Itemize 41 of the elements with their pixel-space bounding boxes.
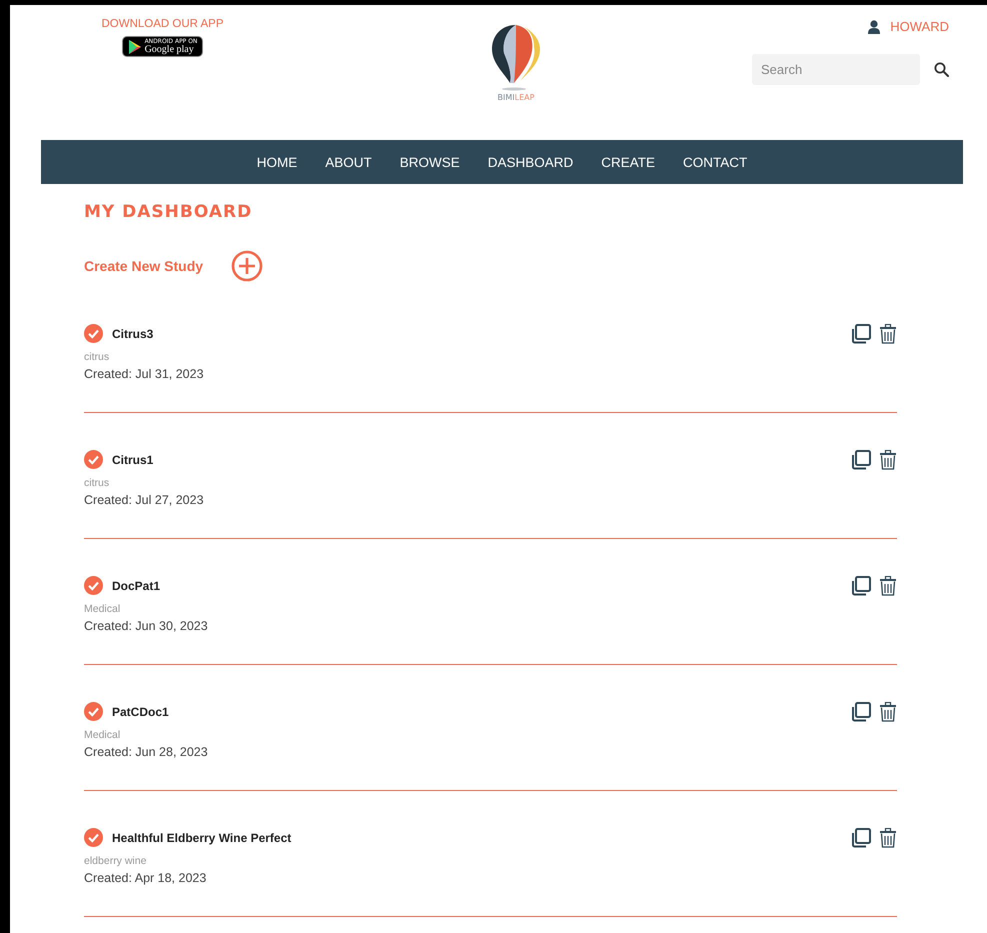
nav-link[interactable]: CONTACT bbox=[683, 154, 748, 170]
play-icon bbox=[128, 38, 142, 54]
created-date: Created: Jul 27, 2023 bbox=[84, 493, 204, 507]
download-label: DOWNLOAD OUR APP bbox=[101, 18, 224, 30]
balloon-logo-icon bbox=[490, 23, 542, 91]
study-name[interactable]: Citrus3 bbox=[112, 326, 154, 340]
study-name[interactable]: Citrus1 bbox=[112, 452, 154, 466]
nav-link[interactable]: ABOUT bbox=[325, 154, 372, 170]
nav-link[interactable]: BROWSE bbox=[400, 154, 460, 170]
nav-link[interactable]: DASHBOARD bbox=[488, 154, 574, 170]
copy-icon[interactable] bbox=[851, 324, 871, 344]
created-date: Created: Jun 30, 2023 bbox=[84, 619, 208, 633]
study-name[interactable]: PatCDoc1 bbox=[112, 704, 169, 718]
study-category: Medical bbox=[84, 603, 122, 615]
add-icon[interactable] bbox=[231, 250, 264, 282]
logo-text: LEAP bbox=[514, 93, 534, 102]
study-category: citrus bbox=[84, 351, 110, 363]
trash-icon[interactable] bbox=[879, 828, 897, 848]
created-date: Created: Jul 31, 2023 bbox=[84, 367, 204, 381]
nav-link[interactable]: HOME bbox=[256, 154, 298, 170]
study-category: eldberry wine bbox=[84, 855, 148, 867]
trash-icon[interactable] bbox=[879, 324, 897, 344]
study-name[interactable]: DocPat1 bbox=[112, 578, 160, 592]
copy-icon[interactable] bbox=[851, 702, 871, 722]
logo-text: BIMI bbox=[498, 93, 515, 102]
copy-icon[interactable] bbox=[851, 576, 871, 596]
created-date: Created: Apr 18, 2023 bbox=[84, 871, 208, 885]
page-title: MY DASHBOARD bbox=[84, 202, 254, 222]
trash-icon[interactable] bbox=[879, 702, 897, 722]
created-date: Created: Jun 28, 2023 bbox=[84, 745, 208, 759]
study-category: Medical bbox=[84, 729, 122, 741]
user-icon bbox=[868, 20, 880, 34]
search-field[interactable]: Search bbox=[752, 54, 920, 85]
search-icon[interactable] bbox=[934, 62, 949, 77]
nav-link[interactable]: CREATE bbox=[601, 154, 656, 170]
trash-icon[interactable] bbox=[879, 576, 897, 596]
study-category: citrus bbox=[84, 477, 110, 489]
trash-icon[interactable] bbox=[879, 450, 897, 470]
study-name[interactable]: Healthful Eldberry Wine Perfect bbox=[112, 830, 292, 844]
copy-icon[interactable] bbox=[851, 450, 871, 470]
copy-icon[interactable] bbox=[851, 828, 871, 848]
